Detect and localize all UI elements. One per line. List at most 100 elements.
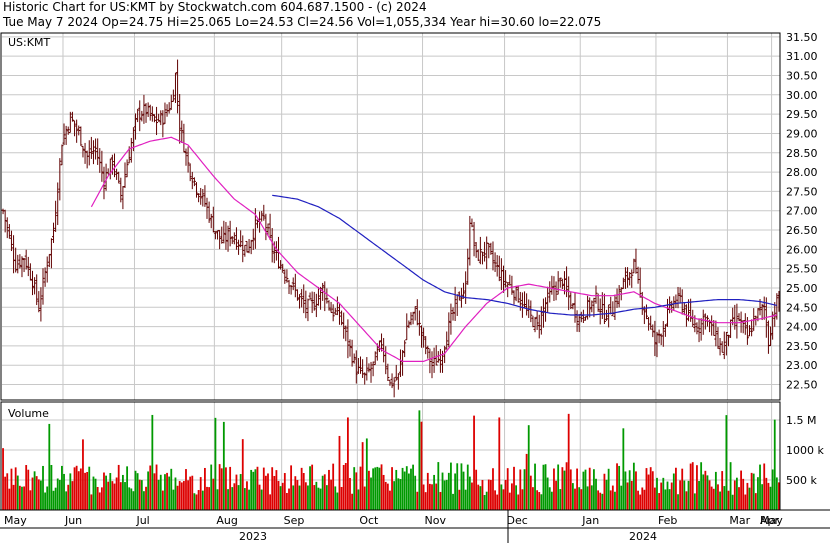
volume-bar	[605, 479, 608, 510]
volume-bar	[639, 494, 642, 510]
volume-bar	[395, 469, 398, 510]
volume-bar	[193, 493, 196, 510]
y-tick-label: 31.50	[786, 31, 818, 44]
volume-bar	[479, 486, 482, 510]
volume-bar	[439, 491, 442, 510]
x-month-label: Nov	[425, 514, 447, 527]
volume-bar	[18, 485, 21, 510]
volume-bar	[368, 470, 370, 510]
volume-bar	[481, 479, 484, 510]
volume-bar	[405, 466, 408, 510]
volume-bar	[675, 467, 677, 510]
volume-bar	[330, 479, 332, 510]
volume-bar	[483, 494, 486, 510]
volume-bar	[571, 483, 574, 510]
volume-bar	[464, 489, 467, 510]
volume-bar	[649, 467, 652, 510]
volume-bar	[506, 468, 509, 510]
volume-bar	[759, 464, 761, 510]
volume-bar	[504, 479, 507, 510]
volume-bar	[422, 484, 425, 510]
volume-bar	[626, 482, 629, 510]
volume-bar	[309, 466, 311, 510]
volume-bar	[664, 489, 667, 510]
volume-bar	[189, 476, 192, 510]
volume-bar	[317, 487, 320, 510]
volume-bar	[378, 467, 381, 510]
volume-bar	[410, 468, 412, 510]
volume-bar	[140, 480, 143, 510]
x-month-label: Aug	[216, 514, 237, 527]
volume-bar	[248, 489, 250, 510]
volume-bar	[176, 485, 179, 510]
volume-bar	[342, 464, 345, 510]
volume-bar	[319, 488, 322, 510]
volume-bar	[487, 479, 490, 510]
volume-bar	[614, 491, 616, 510]
volume-bar	[586, 486, 589, 510]
volume-bar	[79, 468, 82, 510]
volume-bar	[426, 472, 429, 510]
volume-bar	[489, 479, 492, 510]
volume-bar	[328, 469, 330, 510]
volume-bar	[740, 470, 742, 510]
volume-bar	[336, 492, 339, 510]
volume-bar	[82, 439, 84, 510]
volume-bar	[435, 483, 438, 510]
labels: Historic Chart for US:KMT by Stockwatch.…	[2, 0, 824, 543]
volume-bar	[757, 477, 759, 510]
volume-bar	[122, 474, 124, 510]
volume-bar	[243, 488, 246, 510]
volume-bar	[332, 463, 335, 510]
volume-bar	[8, 488, 11, 510]
volume-bar	[195, 494, 198, 510]
volume-tick-label: 1000 k	[786, 444, 824, 457]
volume-bar	[567, 413, 570, 510]
volume-bar	[706, 475, 709, 510]
y-tick-label: 23.50	[786, 340, 818, 353]
volume-bar	[4, 476, 7, 510]
volume-bar	[201, 490, 204, 510]
volume-bar	[595, 478, 597, 510]
volume-bar	[412, 464, 414, 510]
header-quote: Tue May 7 2024 Op=24.75 Hi=25.065 Lo=24.…	[2, 15, 601, 29]
volume-bar	[771, 469, 774, 510]
volume-bar	[601, 493, 604, 510]
volume-bar	[714, 471, 717, 510]
volume-bar	[702, 474, 705, 510]
volume-bar	[233, 483, 236, 510]
volume-bar	[290, 465, 293, 510]
volume-bar	[208, 487, 211, 510]
volume-bar	[346, 417, 349, 510]
volume-bar	[376, 466, 379, 510]
volume-bar	[653, 487, 656, 510]
volume-bar	[557, 464, 560, 510]
volume-bar	[672, 473, 675, 510]
volume-bar	[212, 478, 215, 510]
x-month-label: Oct	[359, 514, 379, 527]
volume-bar	[21, 486, 23, 510]
volume-bar	[773, 419, 776, 510]
volume-bars	[2, 410, 780, 510]
volume-bar	[698, 481, 700, 510]
volume-bar	[117, 464, 120, 510]
volume-bar	[532, 487, 534, 510]
y-tick-label: 25.00	[786, 282, 818, 295]
volume-bar	[283, 473, 286, 510]
volume-bar	[513, 466, 515, 510]
volume-bar	[429, 483, 431, 510]
volume-bar	[555, 480, 557, 510]
volume-bar	[576, 468, 578, 510]
volume-bar	[61, 465, 63, 510]
volume-bar	[561, 467, 564, 510]
volume-bar	[677, 494, 679, 510]
x-month-label: May	[4, 514, 27, 527]
volume-bar	[468, 476, 471, 510]
volume-bar	[717, 484, 719, 510]
volume-bar	[496, 494, 499, 510]
volume-bar	[651, 471, 654, 510]
volume-bar	[618, 465, 621, 510]
volume-bar	[109, 473, 112, 510]
volume-bar	[485, 491, 488, 510]
volume-bar	[693, 493, 696, 510]
